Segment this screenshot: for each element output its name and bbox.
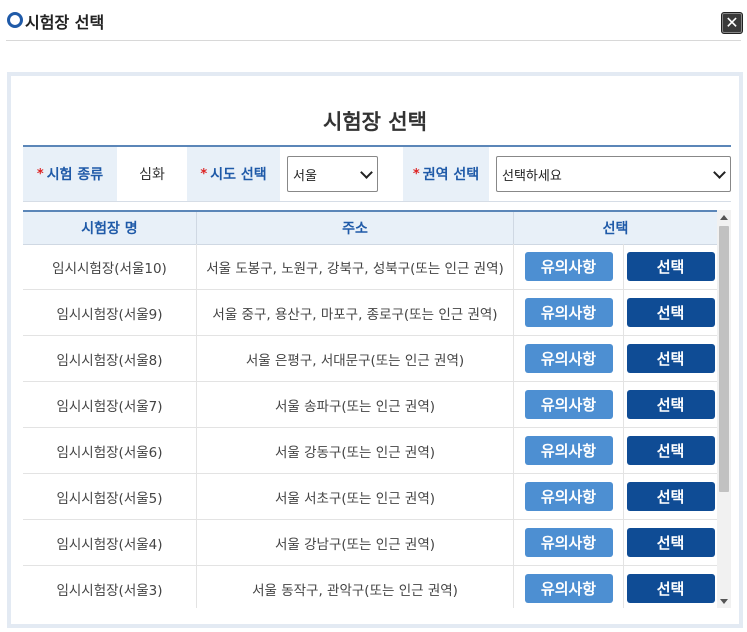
required-mark: * xyxy=(36,166,44,182)
site-name: 임시시험장(서울6) xyxy=(23,428,197,473)
exam-site-table: 시험장 명 주소 선택 임시시험장(서울10) 서울 도봉구, 노원구, 강북구… xyxy=(23,210,731,608)
select-button[interactable]: 선택 xyxy=(626,574,715,603)
site-name: 임시시험장(서울8) xyxy=(23,336,197,381)
site-address: 서울 중구, 용산구, 마포구, 종로구(또는 인근 권역) xyxy=(197,290,514,335)
header-site-name: 시험장 명 xyxy=(23,212,197,244)
note-cell: 유의사항 xyxy=(514,428,624,473)
select-cell: 선택 xyxy=(624,520,717,565)
exam-type-label-text: 시험 종류 xyxy=(46,167,104,183)
area-label: * 권역 선택 xyxy=(403,147,489,201)
notice-button[interactable]: 유의사항 xyxy=(524,252,613,281)
region-select-value: 서울 xyxy=(293,168,317,184)
arrow-up-icon xyxy=(720,214,728,220)
site-name: 임시시험장(서울9) xyxy=(23,290,197,335)
select-button[interactable]: 선택 xyxy=(626,436,715,465)
select-button[interactable]: 선택 xyxy=(626,390,715,419)
note-cell: 유의사항 xyxy=(514,382,624,427)
select-cell: 선택 xyxy=(624,474,717,519)
table-row: 임시시험장(서울9) 서울 중구, 용산구, 마포구, 종로구(또는 인근 권역… xyxy=(23,290,717,336)
table-row: 임시시험장(서울3) 서울 동작구, 관악구(또는 인근 권역) 유의사항 선택 xyxy=(23,566,717,608)
site-address: 서울 동작구, 관악구(또는 인근 권역) xyxy=(197,566,514,608)
note-cell: 유의사항 xyxy=(514,474,624,519)
select-button[interactable]: 선택 xyxy=(626,344,715,373)
site-address: 서울 강남구(또는 인근 권역) xyxy=(197,520,514,565)
area-select-cell: 선택하세요 xyxy=(489,147,731,201)
note-cell: 유의사항 xyxy=(514,520,624,565)
scroll-down-button[interactable] xyxy=(717,594,731,608)
notice-button[interactable]: 유의사항 xyxy=(524,436,613,465)
site-address: 서울 서초구(또는 인근 권역) xyxy=(197,474,514,519)
site-address: 서울 송파구(또는 인근 권역) xyxy=(197,382,514,427)
notice-button[interactable]: 유의사항 xyxy=(524,574,613,603)
dialog-title: 시험장 선택 xyxy=(25,13,105,32)
notice-button[interactable]: 유의사항 xyxy=(524,390,613,419)
select-cell: 선택 xyxy=(624,244,717,289)
site-address: 서울 도봉구, 노원구, 강북구, 성북구(또는 인근 권역) xyxy=(197,244,514,289)
site-name: 임시시험장(서울4) xyxy=(23,520,197,565)
table-row: 임시시험장(서울4) 서울 강남구(또는 인근 권역) 유의사항 선택 xyxy=(23,520,717,566)
site-name: 임시시험장(서울7) xyxy=(23,382,197,427)
site-name: 임시시험장(서울5) xyxy=(23,474,197,519)
dialog-titlebar: 시험장 선택 ✕ xyxy=(0,0,747,40)
chevron-down-icon xyxy=(713,165,726,179)
site-name: 임시시험장(서울10) xyxy=(23,244,197,289)
region-label-text: 시도 선택 xyxy=(210,167,267,183)
region-select-cell: 서울 xyxy=(280,147,403,201)
circle-bullet-icon xyxy=(7,12,23,28)
site-name: 임시시험장(서울3) xyxy=(23,566,197,608)
header-address: 주소 xyxy=(197,212,514,244)
panel-title: 시험장 선택 xyxy=(323,110,427,134)
notice-button[interactable]: 유의사항 xyxy=(524,298,613,327)
table-body: 임시시험장(서울10) 서울 도봉구, 노원구, 강북구, 성북구(또는 인근 … xyxy=(23,244,717,608)
area-label-text: 권역 선택 xyxy=(422,167,480,183)
select-cell: 선택 xyxy=(624,336,717,381)
note-cell: 유의사항 xyxy=(514,336,624,381)
select-button[interactable]: 선택 xyxy=(626,482,715,511)
site-address: 서울 강동구(또는 인근 권역) xyxy=(197,428,514,473)
select-cell: 선택 xyxy=(624,290,717,335)
note-cell: 유의사항 xyxy=(514,244,624,289)
required-mark: * xyxy=(200,166,208,182)
table-scrollbar[interactable] xyxy=(717,210,731,608)
exam-site-panel: 시험장 선택 * 시험 종류 심화 * 시도 선택 서울 * 권역 선택 선택하… xyxy=(7,72,743,628)
scrollbar-thumb[interactable] xyxy=(719,226,729,492)
note-cell: 유의사항 xyxy=(514,566,624,608)
site-address: 서울 은평구, 서대문구(또는 인근 권역) xyxy=(197,336,514,381)
table-row: 임시시험장(서울10) 서울 도봉구, 노원구, 강북구, 성북구(또는 인근 … xyxy=(23,244,717,290)
close-button[interactable]: ✕ xyxy=(721,12,743,34)
area-select[interactable]: 선택하세요 xyxy=(496,156,731,192)
select-button[interactable]: 선택 xyxy=(626,298,715,327)
region-select[interactable]: 서울 xyxy=(287,156,378,192)
select-cell: 선택 xyxy=(624,382,717,427)
table-row: 임시시험장(서울7) 서울 송파구(또는 인근 권역) 유의사항 선택 xyxy=(23,382,717,428)
select-cell: 선택 xyxy=(624,566,717,608)
exam-type-label: * 시험 종류 xyxy=(23,147,117,201)
table-row: 임시시험장(서울8) 서울 은평구, 서대문구(또는 인근 권역) 유의사항 선… xyxy=(23,336,717,382)
notice-button[interactable]: 유의사항 xyxy=(524,528,613,557)
arrow-down-icon xyxy=(720,598,728,604)
select-button[interactable]: 선택 xyxy=(626,528,715,557)
title-divider xyxy=(6,40,741,41)
notice-button[interactable]: 유의사항 xyxy=(524,482,613,511)
notice-button[interactable]: 유의사항 xyxy=(524,344,613,373)
region-label: * 시도 선택 xyxy=(187,147,280,201)
select-button[interactable]: 선택 xyxy=(626,252,715,281)
table-row: 임시시험장(서울5) 서울 서초구(또는 인근 권역) 유의사항 선택 xyxy=(23,474,717,520)
table-row: 임시시험장(서울6) 서울 강동구(또는 인근 권역) 유의사항 선택 xyxy=(23,428,717,474)
exam-type-value: 심화 xyxy=(139,167,165,183)
chevron-down-icon xyxy=(360,165,373,179)
area-select-value: 선택하세요 xyxy=(502,168,562,184)
note-cell: 유의사항 xyxy=(514,290,624,335)
required-mark: * xyxy=(412,166,420,182)
select-cell: 선택 xyxy=(624,428,717,473)
header-select: 선택 xyxy=(602,221,629,237)
table-header: 시험장 명 주소 선택 xyxy=(23,210,717,245)
filter-bar: * 시험 종류 심화 * 시도 선택 서울 * 권역 선택 선택하세요 xyxy=(23,145,731,202)
scroll-up-button[interactable] xyxy=(717,210,731,224)
